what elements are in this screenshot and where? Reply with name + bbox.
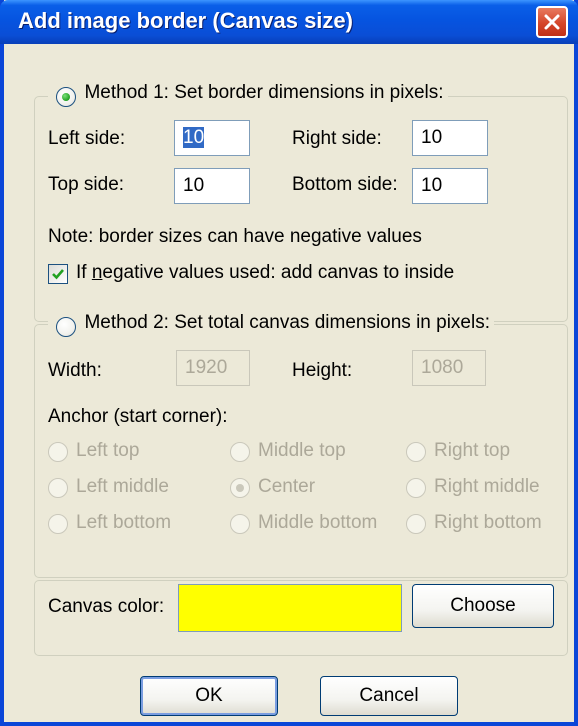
left-side-input[interactable]: 10: [174, 120, 250, 156]
title-bar[interactable]: Add image border (Canvas size): [0, 0, 578, 44]
dialog-window: Add image border (Canvas size) Method 1:…: [0, 0, 578, 726]
radio-selected-dot: [62, 93, 70, 101]
choose-color-button[interactable]: Choose: [412, 584, 554, 628]
canvas-color-swatch: [178, 584, 402, 632]
window-title: Add image border (Canvas size): [18, 8, 353, 33]
method1-legend: Method 1: Set border dimensions in pixel…: [48, 82, 448, 107]
ok-button-label: OK: [195, 685, 223, 706]
anchor-left-middle-label[interactable]: Left middle: [76, 476, 169, 498]
anchor-left-middle-radio[interactable]: [48, 478, 68, 498]
left-side-label: Left side:: [48, 128, 126, 149]
anchor-label: Anchor (start corner):: [48, 406, 228, 427]
add-canvas-inside-label[interactable]: If negative values used: add canvas to i…: [76, 262, 454, 284]
close-icon: [544, 14, 560, 30]
close-button[interactable]: [536, 6, 568, 38]
height-input[interactable]: 1080: [412, 350, 486, 386]
anchor-left-bottom-radio[interactable]: [48, 514, 68, 534]
checkbox-label-post: egative values used: add canvas to insid…: [102, 262, 455, 283]
method1-label[interactable]: Method 1: Set border dimensions in pixel…: [84, 82, 443, 103]
anchor-left-top-label[interactable]: Left top: [76, 440, 139, 462]
anchor-middle-top-label[interactable]: Middle top: [258, 440, 346, 462]
cancel-button-label: Cancel: [359, 685, 419, 706]
anchor-right-middle-radio[interactable]: [406, 478, 426, 498]
cancel-button[interactable]: Cancel: [320, 676, 458, 716]
add-canvas-inside-checkbox[interactable]: [48, 264, 68, 284]
negative-values-note: Note: border sizes can have negative val…: [48, 226, 422, 247]
anchor-left-top-radio[interactable]: [48, 442, 68, 462]
method2-label[interactable]: Method 2: Set total canvas dimensions in…: [84, 312, 490, 333]
left-side-value: 10: [183, 127, 205, 148]
checkbox-label-pre: If: [76, 262, 92, 283]
anchor-middle-bottom-label[interactable]: Middle bottom: [258, 512, 377, 534]
bottom-side-input[interactable]: 10: [412, 168, 488, 204]
top-side-label: Top side:: [48, 174, 125, 195]
radio-selected-dot: [236, 484, 244, 492]
checkbox-label-accel: n: [91, 262, 103, 283]
width-input[interactable]: 1920: [176, 350, 250, 386]
method1-radio[interactable]: [56, 87, 76, 107]
right-side-input[interactable]: 10: [412, 120, 488, 156]
anchor-middle-bottom-radio[interactable]: [230, 514, 250, 534]
anchor-right-bottom-radio[interactable]: [406, 514, 426, 534]
anchor-right-top-radio[interactable]: [406, 442, 426, 462]
right-side-label: Right side:: [292, 128, 382, 149]
ok-button[interactable]: OK: [140, 676, 278, 716]
canvas-color-label: Canvas color:: [48, 596, 165, 617]
anchor-middle-top-radio[interactable]: [230, 442, 250, 462]
anchor-left-bottom-label[interactable]: Left bottom: [76, 512, 171, 534]
top-side-input[interactable]: 10: [174, 168, 250, 204]
anchor-right-top-label[interactable]: Right top: [434, 440, 510, 462]
choose-button-label: Choose: [450, 595, 516, 616]
height-label: Height:: [292, 360, 353, 381]
method2-radio[interactable]: [56, 317, 76, 337]
width-label: Width:: [48, 360, 102, 381]
anchor-center-label[interactable]: Center: [258, 476, 315, 498]
bottom-side-label: Bottom side:: [292, 174, 398, 195]
anchor-center-radio[interactable]: [230, 478, 250, 498]
checkmark-icon: [52, 269, 64, 280]
method2-legend: Method 2: Set total canvas dimensions in…: [48, 312, 495, 337]
anchor-right-bottom-label[interactable]: Right bottom: [434, 512, 542, 534]
anchor-right-middle-label[interactable]: Right middle: [434, 476, 540, 498]
